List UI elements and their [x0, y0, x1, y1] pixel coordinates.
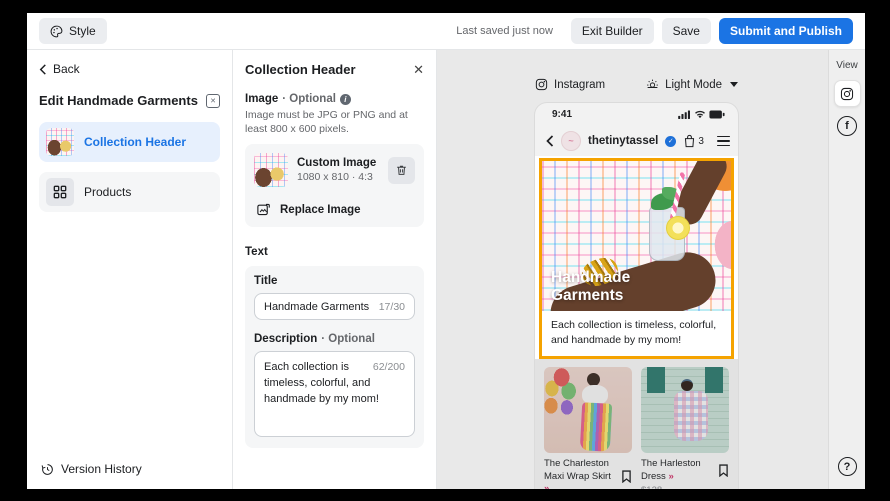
view-label: View — [836, 60, 858, 71]
builder-window: Style Last saved just now Exit Builder S… — [27, 13, 865, 489]
last-saved-status: Last saved just now — [456, 25, 553, 37]
bag-count: 3 — [698, 136, 704, 147]
collection-title-overlay: Handmade Garments — [551, 269, 671, 304]
help-button[interactable]: ? — [838, 457, 857, 476]
products-preview-section[interactable]: The Charleston Maxi Wrap Skirt » $128 — [535, 359, 738, 489]
back-label: Back — [53, 62, 80, 76]
channel-rail: View f ? — [828, 50, 865, 489]
style-button-label: Style — [69, 24, 96, 38]
light-mode-dropdown[interactable]: Light Mode — [646, 78, 738, 91]
replace-image-icon — [256, 202, 271, 217]
page-title: Edit Handmade Garments — [39, 93, 198, 108]
instagram-icon — [840, 87, 854, 101]
sidebar-item-products[interactable]: Products — [39, 172, 220, 212]
phone-preview: 9:41 — [535, 103, 738, 489]
custom-image-thumbnail — [254, 153, 288, 187]
instagram-icon — [535, 78, 548, 91]
editor-panel-title: Collection Header — [245, 62, 356, 77]
sidebar-item-label: Products — [84, 185, 131, 199]
title-char-counter: 17/30 — [379, 301, 405, 313]
image-section-label: Image — [245, 93, 278, 105]
delete-image-button[interactable] — [388, 157, 415, 184]
preview-channel-label: Instagram — [554, 79, 605, 91]
facebook-view-button[interactable]: f — [837, 116, 857, 136]
product-price: $128 — [641, 485, 729, 489]
text-section-heading: Text — [245, 246, 424, 258]
exit-builder-button[interactable]: Exit Builder — [571, 18, 654, 44]
title-field-label: Title — [254, 275, 277, 287]
collection-header-image: Handmade Garments — [542, 161, 731, 311]
phone-back-chevron-icon — [546, 135, 554, 147]
version-history-button[interactable]: Version History — [41, 462, 142, 476]
replace-image-label: Replace Image — [280, 204, 361, 216]
wifi-icon — [694, 110, 706, 119]
version-history-label: Version History — [61, 462, 142, 476]
back-link[interactable]: Back — [39, 62, 220, 76]
style-button[interactable]: Style — [39, 18, 107, 44]
bag-icon — [683, 134, 696, 148]
shopping-bag: 3 — [683, 134, 704, 148]
save-button[interactable]: Save — [662, 18, 711, 44]
product-card[interactable]: The Charleston Maxi Wrap Skirt » $128 — [544, 367, 632, 489]
collection-header-preview-block[interactable]: Handmade Garments Each collection is tim… — [539, 158, 734, 359]
instagram-view-button[interactable] — [834, 80, 861, 107]
palette-icon — [50, 25, 63, 38]
custom-image-title: Custom Image — [297, 157, 376, 169]
text-card: Title Handmade Garments 17/30 Descriptio… — [245, 266, 424, 448]
image-card: Custom Image 1080 x 810 · 4:3 Replace Im… — [245, 144, 424, 227]
brand-tag-icon: » — [668, 471, 673, 482]
verified-badge-icon: ✓ — [665, 136, 676, 147]
collection-description-preview: Each collection is timeless, colorful, a… — [542, 311, 731, 356]
close-icon[interactable]: ✕ — [413, 63, 424, 76]
sidebar-item-collection-header[interactable]: Collection Header — [39, 122, 220, 162]
description-optional-label: · Optional — [321, 333, 375, 345]
replace-image-button[interactable]: Replace Image — [254, 200, 415, 218]
description-textarea[interactable]: Each collection is timeless, colorful, a… — [254, 351, 415, 437]
custom-image-meta: 1080 x 810 · 4:3 — [297, 171, 376, 183]
bookmark-icon — [718, 458, 729, 483]
description-char-counter: 62/200 — [373, 360, 405, 375]
left-sidebar: Back Edit Handmade Garments Collection H… — [27, 50, 233, 489]
top-bar: Style Last saved just now Exit Builder S… — [27, 13, 865, 50]
product-image — [641, 367, 729, 453]
sun-icon — [646, 78, 659, 91]
title-input[interactable]: Handmade Garments 17/30 — [254, 293, 415, 320]
shop-name: thetinytassel — [588, 135, 658, 147]
menu-icon — [717, 136, 730, 147]
info-icon[interactable]: i — [340, 94, 351, 105]
description-field-label: Description — [254, 333, 317, 345]
product-card[interactable]: The Harleston Dress » $128 — [641, 367, 729, 489]
sidebar-item-label: Collection Header — [84, 135, 186, 149]
shop-avatar — [561, 131, 581, 151]
collection-header-thumbnail — [46, 128, 74, 156]
history-icon — [41, 463, 54, 476]
preview-channel: Instagram — [535, 78, 605, 91]
chevron-left-icon — [39, 64, 47, 75]
caret-down-icon — [730, 82, 738, 87]
phone-top: 9:41 — [535, 103, 738, 156]
grid-icon — [46, 178, 74, 206]
image-optional-label: · Optional — [282, 93, 336, 105]
product-image — [544, 367, 632, 453]
bookmark-icon — [621, 458, 632, 489]
hero-photo-glass — [649, 207, 685, 261]
title-value: Handmade Garments — [264, 301, 369, 313]
trash-icon — [395, 163, 408, 177]
preview-area: Instagram Light Mode 9:41 — [437, 50, 828, 489]
signal-icon — [678, 110, 691, 119]
description-value: Each collection is timeless, colorful, a… — [264, 360, 382, 408]
battery-icon — [709, 110, 725, 119]
collection-cover-icon[interactable] — [206, 94, 220, 108]
collection-header-editor-panel: Collection Header ✕ Image · Optional i I… — [233, 50, 437, 489]
image-helper-text: Image must be JPG or PNG and at least 80… — [245, 108, 424, 136]
brand-tag-icon: » — [544, 483, 549, 489]
product-name: The Charleston Maxi Wrap Skirt — [544, 458, 611, 481]
status-time: 9:41 — [552, 109, 572, 120]
light-mode-label: Light Mode — [665, 79, 722, 91]
submit-and-publish-button[interactable]: Submit and Publish — [719, 18, 853, 44]
